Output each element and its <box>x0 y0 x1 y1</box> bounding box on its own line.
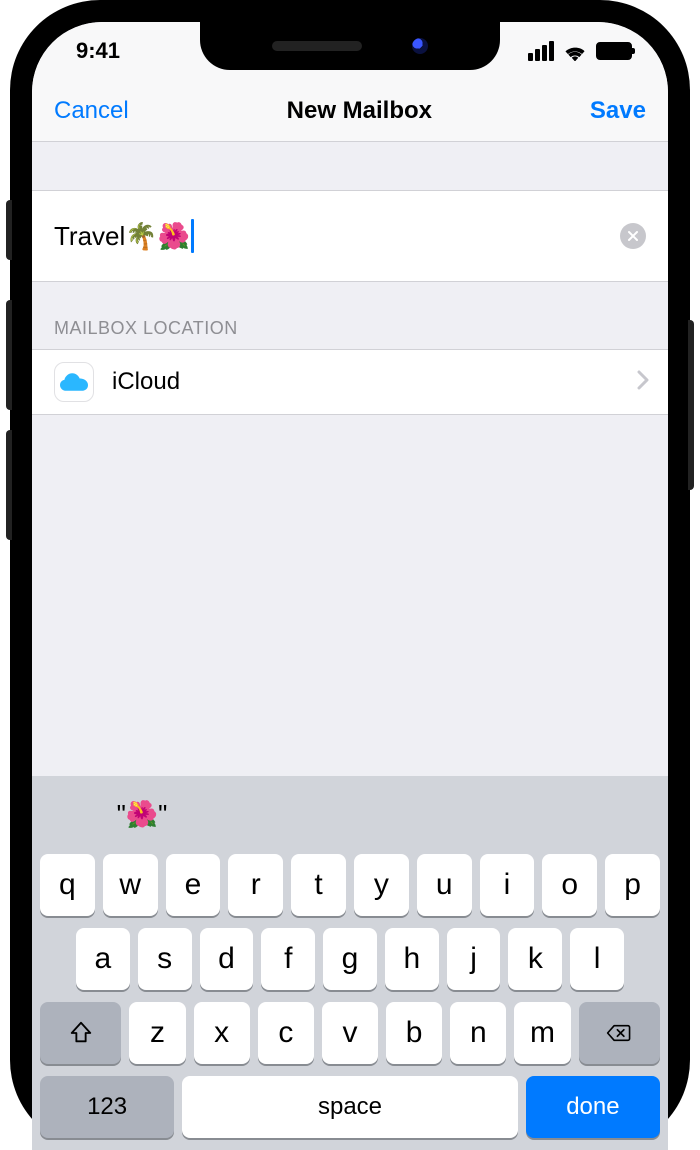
clear-text-button[interactable] <box>620 223 646 249</box>
mailbox-name-value: Travel🌴🌺 <box>54 221 190 252</box>
x-icon <box>627 230 639 242</box>
chevron-right-icon <box>636 369 650 396</box>
battery-icon <box>596 42 632 60</box>
key-c[interactable]: c <box>258 1002 314 1064</box>
mailbox-location-row[interactable]: iCloud <box>32 349 668 415</box>
key-row-1: q w e r t y u i o p <box>40 854 660 916</box>
key-i[interactable]: i <box>480 854 535 916</box>
shift-icon <box>68 1020 94 1046</box>
key-v[interactable]: v <box>322 1002 378 1064</box>
prediction-1[interactable]: "🌺" <box>38 799 246 830</box>
key-w[interactable]: w <box>103 854 158 916</box>
key-row-4: 123 space done <box>40 1076 660 1138</box>
key-n[interactable]: n <box>450 1002 506 1064</box>
key-z[interactable]: z <box>129 1002 185 1064</box>
backspace-icon <box>606 1020 632 1046</box>
section-gap <box>32 142 668 190</box>
key-u[interactable]: u <box>417 854 472 916</box>
status-time: 9:41 <box>76 38 120 64</box>
keyboard: "🌺" q w e r t y u i o p a s d <box>32 776 668 1150</box>
key-t[interactable]: t <box>291 854 346 916</box>
return-key[interactable]: done <box>526 1076 660 1138</box>
space-key[interactable]: space <box>182 1076 518 1138</box>
numbers-key[interactable]: 123 <box>40 1076 174 1138</box>
shift-key[interactable] <box>40 1002 121 1064</box>
key-g[interactable]: g <box>323 928 377 990</box>
text-caret <box>191 219 194 253</box>
nav-bar: Cancel New Mailbox Save <box>32 80 668 142</box>
mailbox-name-field[interactable]: Travel🌴🌺 <box>32 190 668 282</box>
cellular-signal-icon <box>528 41 554 61</box>
cancel-button[interactable]: Cancel <box>54 97 129 125</box>
key-r[interactable]: r <box>228 854 283 916</box>
key-d[interactable]: d <box>200 928 254 990</box>
key-b[interactable]: b <box>386 1002 442 1064</box>
device-notch <box>200 22 500 70</box>
key-e[interactable]: e <box>166 854 221 916</box>
key-m[interactable]: m <box>514 1002 570 1064</box>
key-s[interactable]: s <box>138 928 192 990</box>
key-q[interactable]: q <box>40 854 95 916</box>
save-button[interactable]: Save <box>590 97 646 125</box>
key-h[interactable]: h <box>385 928 439 990</box>
icloud-icon <box>54 362 94 402</box>
prediction-bar: "🌺" <box>38 786 662 842</box>
nav-title: New Mailbox <box>287 97 432 125</box>
key-y[interactable]: y <box>354 854 409 916</box>
backspace-key[interactable] <box>579 1002 660 1064</box>
mailbox-location-name: iCloud <box>112 368 636 396</box>
key-j[interactable]: j <box>447 928 501 990</box>
wifi-icon <box>562 41 588 61</box>
key-a[interactable]: a <box>76 928 130 990</box>
key-row-2: a s d f g h j k l <box>40 928 660 990</box>
key-p[interactable]: p <box>605 854 660 916</box>
key-row-3: z x c v b n m <box>40 1002 660 1064</box>
mailbox-location-header: MAILBOX LOCATION <box>32 282 668 349</box>
key-k[interactable]: k <box>508 928 562 990</box>
key-o[interactable]: o <box>542 854 597 916</box>
key-x[interactable]: x <box>194 1002 250 1064</box>
key-f[interactable]: f <box>261 928 315 990</box>
key-l[interactable]: l <box>570 928 624 990</box>
